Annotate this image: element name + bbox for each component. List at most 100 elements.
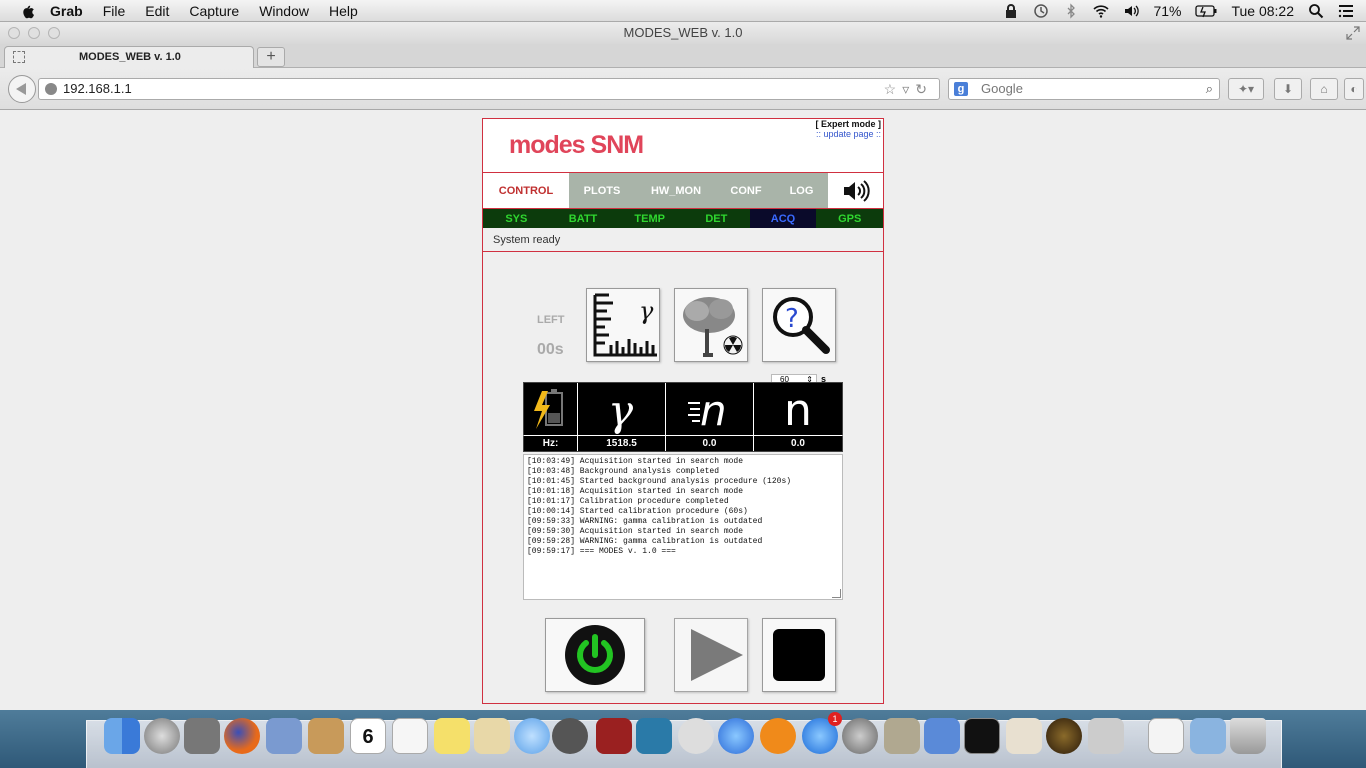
battery-percent[interactable]: 71%	[1153, 3, 1181, 19]
menu-app-name[interactable]: Grab	[50, 3, 83, 19]
terminal-icon[interactable]	[964, 718, 1000, 754]
expert-mode-link[interactable]: [ Expert mode ]	[815, 119, 881, 129]
calendar-icon[interactable]: 6	[350, 718, 386, 754]
history-dropdown-icon[interactable]: ▿	[902, 81, 915, 97]
background-analysis-button[interactable]	[674, 288, 748, 362]
addon-button[interactable]: ◐	[1344, 78, 1364, 100]
grab-icon[interactable]	[1088, 718, 1124, 754]
sound-toggle-button[interactable]	[828, 173, 883, 208]
minimize-window-button[interactable]	[28, 27, 40, 39]
menu-file[interactable]: File	[103, 3, 126, 19]
subtab-gps[interactable]: GPS	[816, 209, 883, 228]
log-line: [10:03:48] Background analysis completed	[527, 467, 720, 476]
gamma-rate: 1518.5	[578, 436, 666, 451]
x11-icon[interactable]	[1006, 718, 1042, 754]
mission-control-icon[interactable]	[184, 718, 220, 754]
stop-button[interactable]	[762, 618, 836, 692]
battery-icon[interactable]	[1195, 3, 1217, 19]
tab-log[interactable]: LOG	[775, 173, 828, 208]
subtab-sys[interactable]: SYS	[483, 209, 550, 228]
tex-app-icon[interactable]	[884, 718, 920, 754]
neutron-rate: 0.0	[791, 438, 805, 449]
notes-icon[interactable]	[434, 718, 470, 754]
subtab-det[interactable]: DET	[683, 209, 750, 228]
applications-folder-icon[interactable]	[1190, 718, 1226, 754]
tab-hw-mon[interactable]: HW_MON	[635, 173, 717, 208]
disk-utility-icon[interactable]	[1046, 718, 1082, 754]
back-button[interactable]	[8, 75, 36, 103]
start-button[interactable]	[674, 618, 748, 692]
ibooks-icon[interactable]	[760, 718, 796, 754]
itunes-icon[interactable]	[718, 718, 754, 754]
logo: modes SNM	[509, 131, 644, 159]
menu-help[interactable]: Help	[329, 3, 358, 19]
neutron-cell: n	[754, 383, 842, 436]
log-line: [09:59:30] Acquisition started in search…	[527, 527, 744, 536]
svg-text:γ: γ	[639, 297, 654, 325]
system-preferences-icon[interactable]	[842, 718, 878, 754]
svg-text:n: n	[784, 385, 812, 436]
lock-icon[interactable]	[1003, 3, 1019, 19]
bookmarks-menu-button[interactable]: ✦▾	[1228, 78, 1264, 100]
launchpad-icon[interactable]	[144, 718, 180, 754]
spotlight-search-icon[interactable]	[1308, 3, 1324, 19]
reminders-icon[interactable]	[392, 718, 428, 754]
mail-icon[interactable]	[266, 718, 302, 754]
preview-icon[interactable]	[474, 718, 510, 754]
subtab-acq[interactable]: ACQ	[749, 209, 817, 228]
finder-icon[interactable]	[104, 718, 140, 754]
calibration-button[interactable]: γ	[586, 288, 660, 362]
penguin-app-icon[interactable]	[678, 718, 714, 754]
reload-icon[interactable]: ↻	[915, 81, 933, 97]
downloads-button[interactable]: ⬇	[1274, 78, 1302, 100]
search-mode-button[interactable]: ?	[762, 288, 836, 362]
svg-text:?: ?	[785, 304, 799, 334]
power-button[interactable]	[545, 618, 645, 692]
search-bar[interactable]: g Google ⌕	[948, 78, 1220, 100]
zoom-window-button[interactable]	[48, 27, 60, 39]
tab-plots[interactable]: PLOTS	[569, 173, 635, 208]
menu-window[interactable]: Window	[259, 3, 309, 19]
messages-icon[interactable]	[514, 718, 550, 754]
facetime-icon[interactable]	[552, 718, 588, 754]
subtab-temp[interactable]: TEMP	[616, 209, 683, 228]
menu-edit[interactable]: Edit	[145, 3, 169, 19]
home-button[interactable]: ⌂	[1310, 78, 1338, 100]
fast-neutron-cell: n	[666, 383, 754, 436]
notification-center-icon[interactable]	[1338, 3, 1354, 19]
tab-control[interactable]: CONTROL	[483, 173, 569, 208]
rate-row: Hz: 1518.5 0.0 0.0	[523, 435, 843, 452]
stop-icon	[773, 629, 825, 681]
documents-stack-icon[interactable]	[1148, 718, 1184, 754]
subtab-batt[interactable]: BATT	[550, 209, 617, 228]
close-window-button[interactable]	[8, 27, 20, 39]
apple-menu-icon[interactable]	[18, 2, 36, 20]
firefox-icon[interactable]	[224, 718, 260, 754]
trash-icon[interactable]	[1230, 718, 1266, 754]
fullscreen-icon[interactable]	[1346, 26, 1360, 40]
volume-icon[interactable]	[1123, 3, 1140, 19]
url-bar[interactable]: 192.168.1.1 ☆▿↻	[38, 78, 940, 100]
tab-conf[interactable]: CONF	[717, 173, 775, 208]
app-store-icon[interactable]: 1	[802, 712, 842, 754]
contacts-icon[interactable]	[308, 718, 344, 754]
time-machine-icon[interactable]	[1033, 3, 1049, 19]
search-icon[interactable]: ⌕	[1206, 79, 1213, 99]
clock[interactable]: Tue 08:22	[1231, 3, 1294, 19]
update-page-link[interactable]: :: update page ::	[816, 129, 881, 139]
wifi-icon[interactable]	[1093, 3, 1109, 19]
bookmark-star-icon[interactable]: ☆	[884, 81, 903, 97]
bluetooth-icon[interactable]	[1063, 3, 1079, 19]
resize-grip-icon[interactable]	[832, 589, 841, 598]
google-engine-icon[interactable]: g	[954, 82, 968, 96]
new-tab-button[interactable]: +	[257, 47, 285, 67]
calibration-icon: γ	[593, 293, 657, 357]
app-store-badge: 1	[828, 712, 842, 726]
xcode-icon[interactable]	[924, 718, 960, 754]
event-log[interactable]: [10:03:49] Acquisition started in search…	[523, 454, 843, 600]
browser-tab[interactable]: MODES_WEB v. 1.0	[4, 46, 254, 68]
menu-capture[interactable]: Capture	[189, 3, 239, 19]
status-text: System ready	[483, 228, 883, 252]
iphoto-icon[interactable]	[636, 718, 672, 754]
photo-booth-icon[interactable]	[596, 718, 632, 754]
